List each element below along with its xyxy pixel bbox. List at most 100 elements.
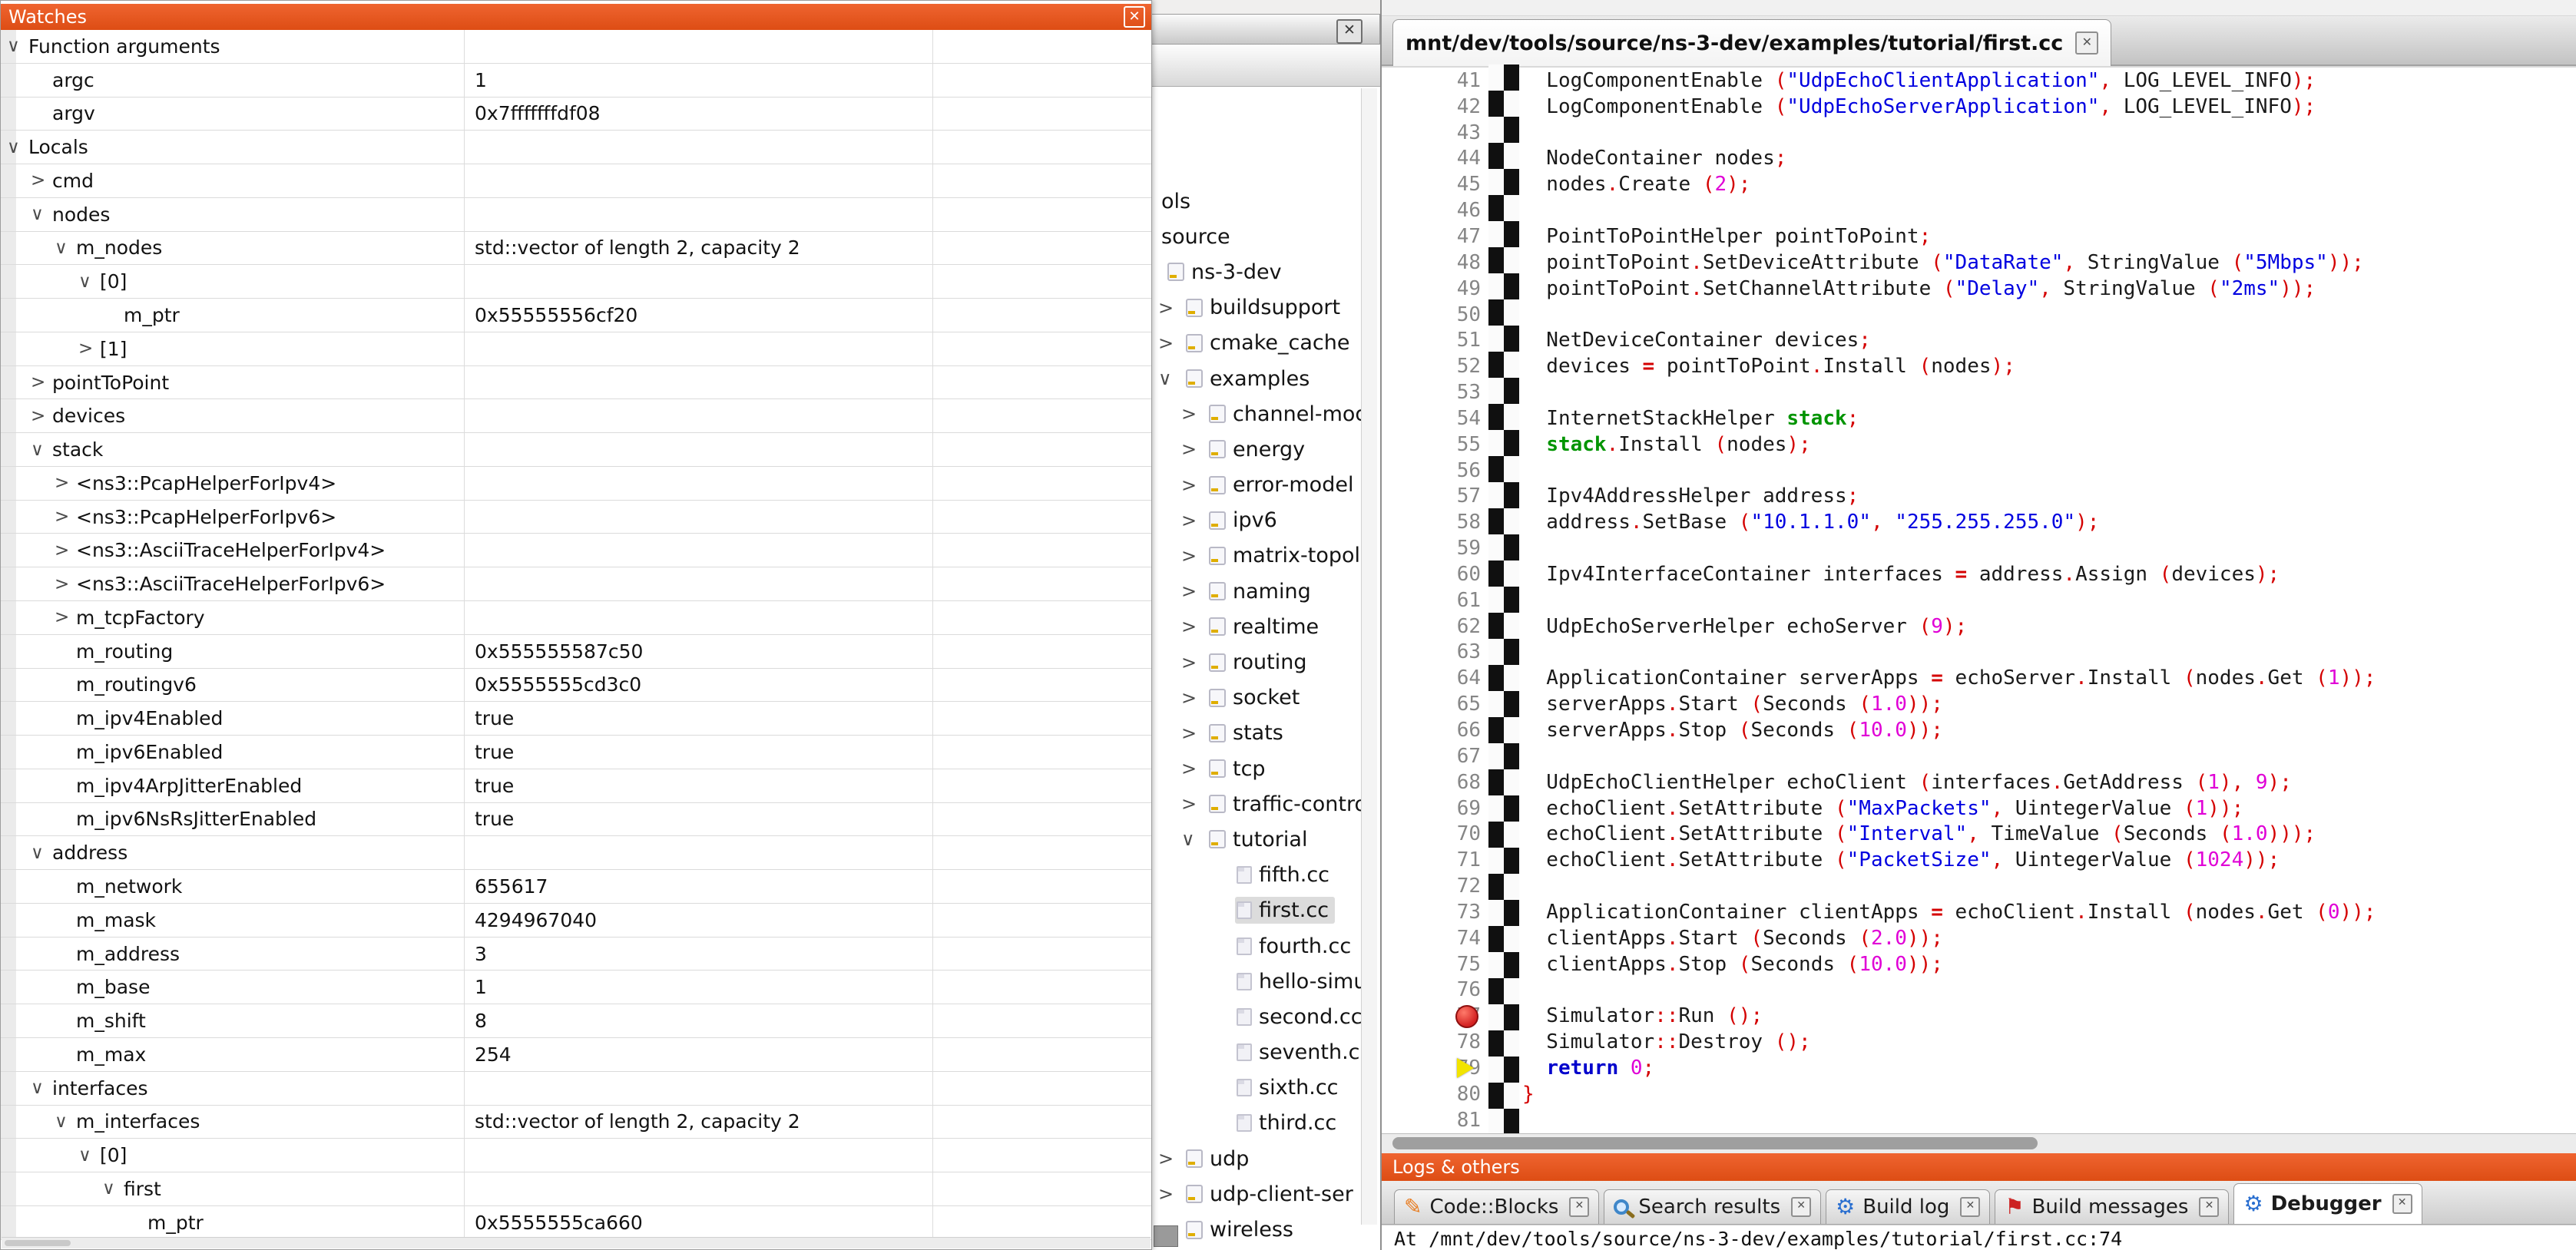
- editor-horizontal-scrollbar-thumb[interactable]: [1392, 1137, 2038, 1149]
- chevron-right-icon[interactable]: >: [1181, 793, 1207, 815]
- line-number[interactable]: 61: [1382, 589, 1488, 612]
- line-number[interactable]: 69: [1382, 797, 1488, 820]
- line-number[interactable]: 71: [1382, 848, 1488, 871]
- tree-item-tutorial[interactable]: ∨tutorial: [1148, 822, 1380, 857]
- chevron-right-icon[interactable]: >: [1181, 438, 1207, 460]
- tree-item-fifth-cc[interactable]: fifth.cc: [1148, 858, 1380, 893]
- tree-item-label-wrap[interactable]: cmake_cache: [1184, 329, 1356, 356]
- watch-row[interactable]: ∨Function arguments: [1, 30, 1151, 64]
- watch-row[interactable]: m_routing0x555555587c50: [1, 635, 1151, 669]
- tree-item-stats[interactable]: >stats: [1148, 716, 1380, 751]
- watch-row[interactable]: argv0x7fffffffdf08: [1, 98, 1151, 131]
- watch-row[interactable]: ><ns3::AsciiTraceHelperForIpv4>: [1, 534, 1151, 567]
- watch-row[interactable]: ∨m_interfacesstd::vector of length 2, ca…: [1, 1106, 1151, 1139]
- code-line[interactable]: 58 address.SetBase ("10.1.1.0", "255.255…: [1382, 509, 2576, 535]
- tree-item-source[interactable]: source: [1148, 219, 1380, 254]
- code-line[interactable]: 61: [1382, 587, 2576, 613]
- watch-row[interactable]: m_ptr0x5555555ca660: [1, 1206, 1151, 1240]
- close-tab-icon[interactable]: ✕: [2075, 31, 2098, 55]
- chevron-down-icon[interactable]: ∨: [102, 1179, 124, 1199]
- line-number[interactable]: 75: [1382, 953, 1488, 976]
- watch-row[interactable]: ><ns3::PcapHelperForIpv4>: [1, 467, 1151, 501]
- chevron-right-icon[interactable]: >: [31, 170, 52, 190]
- close-icon[interactable]: ✕: [1124, 6, 1145, 28]
- line-number[interactable]: 80: [1382, 1083, 1488, 1106]
- tree-item-wireless[interactable]: >wireless: [1148, 1212, 1380, 1247]
- line-number[interactable]: 44: [1382, 147, 1488, 170]
- line-number[interactable]: 46: [1382, 199, 1488, 222]
- log-tab-build-messages[interactable]: ⚑Build messages✕: [1995, 1189, 2229, 1224]
- line-number[interactable]: 56: [1382, 459, 1488, 482]
- tree-item-label-wrap[interactable]: second.cc: [1235, 1004, 1369, 1030]
- line-number[interactable]: 57: [1382, 484, 1488, 508]
- chevron-right-icon[interactable]: >: [1181, 545, 1207, 567]
- watch-row[interactable]: ∨nodes: [1, 198, 1151, 232]
- chevron-right-icon[interactable]: >: [1181, 403, 1207, 425]
- watches-column-divider[interactable]: [932, 30, 933, 1240]
- code-line[interactable]: 54 InternetStackHelper stack;: [1382, 405, 2576, 432]
- chevron-down-icon[interactable]: ∨: [1181, 828, 1207, 850]
- watches-horizontal-scrollbar-thumb[interactable]: [5, 1240, 71, 1246]
- line-number[interactable]: 52: [1382, 355, 1488, 378]
- code-line[interactable]: 74 clientApps.Start (Seconds (2.0));: [1382, 925, 2576, 951]
- line-number[interactable]: 62: [1382, 615, 1488, 638]
- watch-row[interactable]: >devices: [1, 399, 1151, 433]
- editor-tab-first-cc[interactable]: mnt/dev/tools/source/ns-3-dev/examples/t…: [1392, 19, 2111, 66]
- line-number[interactable]: 64: [1382, 666, 1488, 689]
- log-tab-code-blocks[interactable]: ✎Code::Blocks✕: [1394, 1189, 1599, 1224]
- chevron-right-icon[interactable]: >: [1181, 475, 1207, 496]
- code-line[interactable]: 44 NodeContainer nodes;: [1382, 146, 2576, 172]
- chevron-down-icon[interactable]: ∨: [7, 36, 28, 56]
- line-number[interactable]: 58: [1382, 511, 1488, 534]
- watch-row[interactable]: m_max254: [1, 1038, 1151, 1072]
- tree-item-seventh-cc[interactable]: seventh.cc: [1148, 1035, 1380, 1070]
- tree-item-label-wrap[interactable]: fourth.cc: [1235, 933, 1357, 960]
- code-line[interactable]: 68 UdpEchoClientHelper echoClient (inter…: [1382, 769, 2576, 795]
- tree-item-label-wrap[interactable]: sixth.cc: [1235, 1074, 1345, 1101]
- tree-item-label-wrap[interactable]: naming: [1207, 578, 1317, 605]
- code-line[interactable]: 67: [1382, 743, 2576, 769]
- watch-row[interactable]: ∨address: [1, 836, 1151, 870]
- tree-item-label-wrap[interactable]: routing: [1207, 649, 1313, 676]
- watch-row[interactable]: m_shift8: [1, 1004, 1151, 1038]
- code-line[interactable]: 80}: [1382, 1081, 2576, 1107]
- tree-vertical-scrollbar[interactable]: [1361, 88, 1377, 1225]
- tree-item-first-cc[interactable]: first.cc: [1148, 893, 1380, 928]
- tree-item-label-wrap[interactable]: seventh.cc: [1235, 1039, 1377, 1066]
- tree-item-routing[interactable]: >routing: [1148, 644, 1380, 680]
- chevron-right-icon[interactable]: >: [78, 339, 100, 359]
- chevron-down-icon[interactable]: ∨: [55, 238, 76, 258]
- tree-item-label-wrap[interactable]: third.cc: [1235, 1109, 1343, 1136]
- tree-item-udp-client-ser[interactable]: >udp-client-ser: [1148, 1176, 1380, 1212]
- line-number[interactable]: 76: [1382, 978, 1488, 1001]
- line-number[interactable]: 60: [1382, 563, 1488, 586]
- code-line[interactable]: 41 LogComponentEnable ("UdpEchoClientApp…: [1382, 68, 2576, 94]
- chevron-right-icon[interactable]: >: [1181, 723, 1207, 744]
- tree-item-tcp[interactable]: >tcp: [1148, 751, 1380, 786]
- tree-item-label-wrap[interactable]: stats: [1207, 719, 1290, 746]
- code-line[interactable]: 53: [1382, 379, 2576, 405]
- tree-item-udp[interactable]: >udp: [1148, 1141, 1380, 1176]
- chevron-down-icon[interactable]: ∨: [31, 1078, 52, 1098]
- watch-row[interactable]: m_routingv60x5555555cd3c0: [1, 669, 1151, 703]
- watch-row[interactable]: argc1: [1, 64, 1151, 98]
- code-line[interactable]: 47 PointToPointHelper pointToPoint;: [1382, 223, 2576, 250]
- watch-row[interactable]: m_mask4294967040: [1, 904, 1151, 938]
- tree-item-label-wrap[interactable]: socket: [1207, 684, 1306, 711]
- tree-item-label-wrap[interactable]: error-model: [1207, 471, 1359, 498]
- watch-row[interactable]: ∨interfaces: [1, 1072, 1151, 1106]
- code-line[interactable]: 52 devices = pointToPoint.Install (nodes…: [1382, 353, 2576, 379]
- chevron-right-icon[interactable]: >: [55, 507, 76, 527]
- code-line[interactable]: 56: [1382, 458, 2576, 484]
- tree-item-energy[interactable]: >energy: [1148, 432, 1380, 467]
- code-line[interactable]: 50: [1382, 302, 2576, 328]
- chevron-right-icon[interactable]: >: [55, 574, 76, 594]
- close-tab-icon[interactable]: ✕: [1960, 1197, 1980, 1217]
- line-number[interactable]: 67: [1382, 745, 1488, 768]
- line-number[interactable]: 45: [1382, 173, 1488, 196]
- watch-row[interactable]: ><ns3::AsciiTraceHelperForIpv6>: [1, 567, 1151, 601]
- line-number[interactable]: 54: [1382, 407, 1488, 430]
- code-line[interactable]: 69 echoClient.SetAttribute ("MaxPackets"…: [1382, 795, 2576, 822]
- chevron-down-icon[interactable]: ∨: [1158, 368, 1184, 389]
- close-tab-icon[interactable]: ✕: [2199, 1197, 2219, 1217]
